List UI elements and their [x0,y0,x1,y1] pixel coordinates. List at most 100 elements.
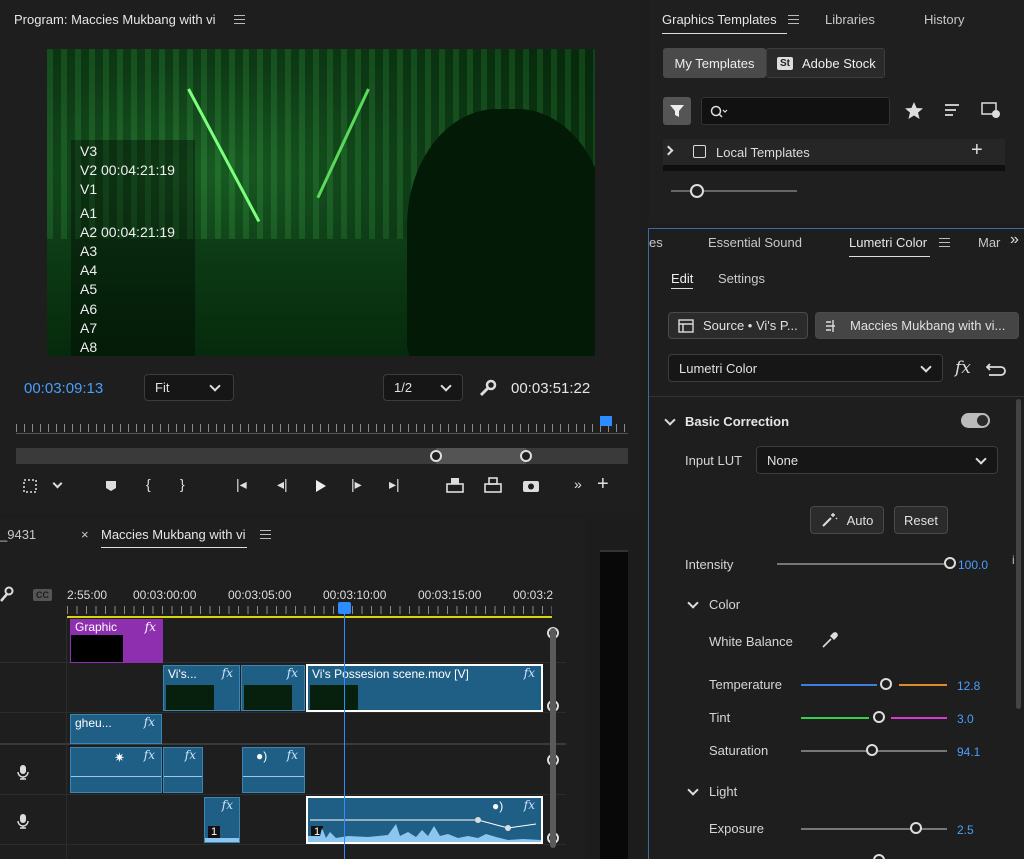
local-templates-row[interactable]: Local Templates + [663,139,1005,165]
saturation-value[interactable]: 94.1 [957,745,980,759]
auto-button[interactable]: Auto [810,506,884,534]
tint-slider-left[interactable] [801,717,869,719]
temperature-value[interactable]: 12.8 [957,679,980,693]
step-forward-icon[interactable]: |▸ [351,476,362,493]
exposure-slider-knob[interactable] [910,822,922,834]
resolution-dropdown[interactable]: 1/2 [383,374,463,401]
tab-markers-partial[interactable]: Mar [978,235,1000,250]
add-icon[interactable]: + [971,139,983,162]
contrast-slider-knob[interactable] [873,854,885,859]
panel-menu-icon[interactable] [939,238,950,247]
tab-libraries[interactable]: Libraries [825,12,875,27]
intensity-value[interactable]: 100.0 [958,558,988,572]
video-clip-selected[interactable]: Vi's Possesion scene.mov [V] fx [306,664,543,712]
tab-graphics-templates[interactable]: Graphics Templates [662,12,777,27]
panel-menu-icon[interactable] [260,530,271,539]
wrench-icon[interactable] [0,586,14,602]
exposure-value[interactable]: 2.5 [957,823,974,837]
add-marker-icon[interactable] [105,480,117,492]
program-video-frame[interactable]: V3 V2 00:04:21:19 V1 A1 A2 00:04:21:19 A… [47,49,595,356]
reset-button[interactable]: Reset [894,506,948,534]
tint-slider-right[interactable] [891,717,947,719]
star-icon[interactable] [904,101,924,120]
source-clip-button[interactable]: Source • Vi's P... [668,312,808,339]
playhead-marker[interactable] [600,416,612,426]
temperature-slider-right[interactable] [899,684,947,686]
captions-icon[interactable]: CC [33,589,52,601]
tab-essential-sound[interactable]: Essential Sound [708,235,802,250]
step-back-icon[interactable]: ◂| [277,476,288,493]
light-section-header[interactable]: Light [709,784,737,799]
tab-previous-sequence[interactable]: _9431 [0,527,36,542]
play-icon[interactable] [315,479,327,493]
timeline-ruler[interactable]: 2:55:00 00:03:00:00 00:03:05:00 00:03:10… [67,580,553,618]
reset-effect-icon[interactable] [986,360,1006,376]
audio-clip[interactable]: fx [163,747,203,793]
temperature-slider-knob[interactable] [880,678,892,690]
tab-essential-graphics-partial[interactable]: es [649,235,663,250]
wrench-icon[interactable] [479,379,497,397]
video-clip[interactable]: gheu... fx [70,714,162,744]
scrollbar[interactable] [1016,399,1021,709]
audio-clip[interactable]: ●) fx [242,747,305,793]
intensity-slider-track[interactable] [777,563,947,565]
panel-menu-icon[interactable] [234,15,245,24]
microphone-icon[interactable] [17,813,29,829]
program-monitor-title[interactable]: Program: Maccies Mukbang with vi [14,12,216,27]
adobe-stock-button[interactable]: St Adobe Stock [766,48,885,78]
tab-lumetri-color[interactable]: Lumetri Color [849,235,927,250]
chevron-down-icon[interactable] [687,784,699,796]
scrub-ruler[interactable] [16,416,628,434]
zoom-scrollbar[interactable] [16,448,628,464]
chevron-down-icon[interactable] [664,414,676,426]
list-view-icon[interactable] [944,103,960,117]
color-section-header[interactable]: Color [709,597,740,612]
microphone-icon[interactable] [17,764,29,780]
go-to-out-icon[interactable]: ▸| [389,476,400,493]
zoom-left-handle[interactable] [430,450,442,462]
mark-out-icon[interactable]: } [180,476,185,492]
zoom-scrollbar-handle[interactable] [436,448,526,464]
graphic-clip[interactable]: Graphic fx [70,619,163,663]
video-clip[interactable]: fx [241,665,305,711]
tab-timeline-sequence[interactable]: Maccies Mukbang with vi [101,527,246,542]
panel-menu-icon[interactable] [788,15,799,24]
zoom-right-handle[interactable] [520,450,532,462]
new-item-icon[interactable] [981,101,1001,119]
playhead-timecode[interactable]: 00:03:09:13 [24,380,103,397]
intensity-slider-knob[interactable] [944,557,956,569]
input-lut-dropdown[interactable]: None [756,446,998,474]
audio-clip[interactable]: fx 1 [204,797,240,843]
eyedropper-icon[interactable] [821,631,839,649]
camera-icon[interactable] [522,478,540,493]
tab-history[interactable]: History [924,12,964,27]
tint-value[interactable]: 3.0 [957,712,974,726]
video-clip[interactable]: Vi's... fx [163,665,240,711]
overflow-icon[interactable]: » [574,476,582,492]
sequence-clip-button[interactable]: Maccies Mukbang with vi... [815,312,1019,339]
basic-correction-toggle[interactable] [961,413,990,428]
fx-toggle-icon[interactable]: fx [955,358,971,378]
timeline-playhead-handle[interactable] [338,602,351,614]
exposure-slider-track[interactable] [801,828,947,830]
fit-dropdown[interactable]: Fit [144,374,234,401]
saturation-slider-knob[interactable] [866,744,878,756]
extract-icon[interactable] [482,476,504,494]
filter-button[interactable] [663,97,691,125]
tint-slider-knob[interactable] [873,711,885,723]
my-templates-button[interactable]: My Templates [663,48,766,78]
thumbnail-size-knob[interactable] [690,184,704,198]
temperature-slider-left[interactable] [801,684,877,686]
add-button-icon[interactable]: + [597,473,609,496]
basic-correction-header[interactable]: Basic Correction [685,414,789,429]
mark-in-icon[interactable]: { [146,476,151,492]
effect-dropdown[interactable]: Lumetri Color [668,354,943,382]
subtab-settings[interactable]: Settings [718,271,765,286]
safe-margins-icon[interactable] [22,478,38,494]
subtab-edit[interactable]: Edit [671,271,693,286]
chevron-down-icon[interactable] [687,597,699,609]
audio-clip-selected[interactable]: ●) fx 1 [306,796,543,844]
close-tab-icon[interactable]: × [81,527,89,542]
vertical-scrollbar[interactable] [550,628,556,848]
audio-clip[interactable]: ✷ fx [70,747,162,793]
